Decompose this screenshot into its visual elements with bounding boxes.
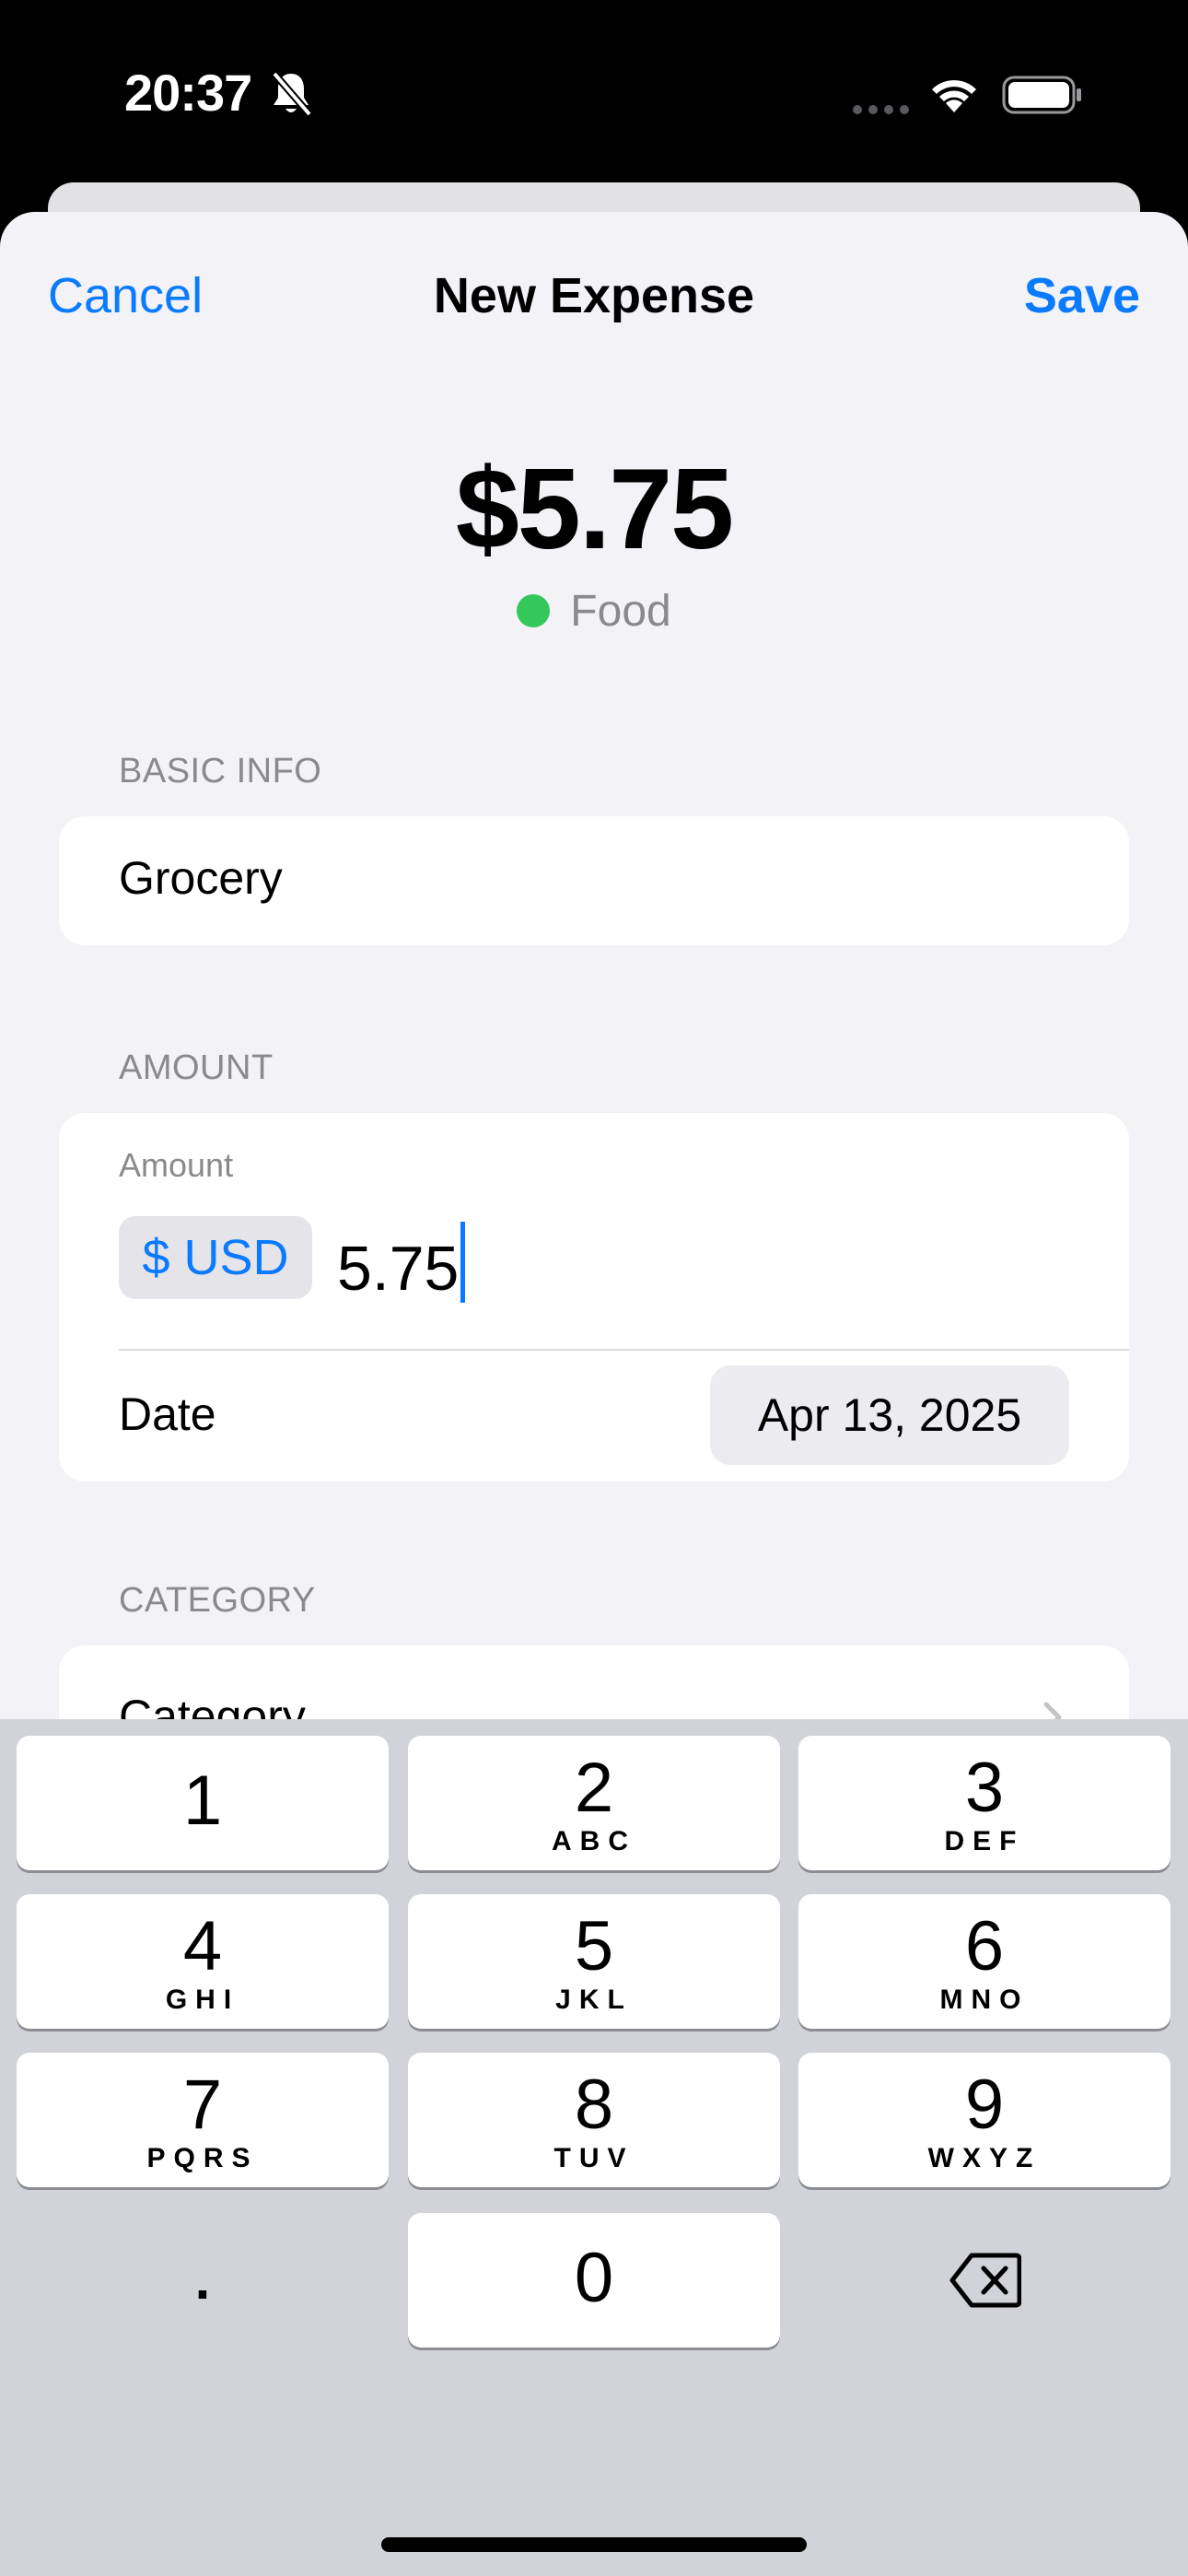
key-digit: 1: [182, 1762, 223, 1840]
backspace-icon: [949, 2253, 1021, 2308]
category-indicator: Food: [0, 586, 1188, 637]
key-digit: 8: [574, 2066, 614, 2144]
home-indicator: [381, 2537, 807, 2552]
decimal-label: .: [194, 2249, 211, 2311]
key-3[interactable]: 3 DEF: [798, 1736, 1171, 1870]
key-digit: 3: [964, 1749, 1005, 1827]
cellular-dots-icon: [853, 105, 909, 114]
name-field[interactable]: Grocery: [59, 816, 1129, 945]
key-letters: TUV: [553, 2143, 635, 2173]
section-label-category: CATEGORY: [119, 1581, 316, 1620]
section-label-amount: AMOUNT: [119, 1048, 274, 1087]
currency-button[interactable]: $ USD: [119, 1216, 312, 1299]
key-digit: 4: [182, 1907, 223, 1985]
save-button[interactable]: Save: [1024, 267, 1140, 324]
key-7[interactable]: 7 PQRS: [17, 2053, 389, 2187]
text-cursor: [460, 1222, 466, 1303]
bell-slash-icon: [271, 71, 313, 117]
key-9[interactable]: 9 WXYZ: [798, 2053, 1171, 2187]
section-label-basic-info: BASIC INFO: [119, 752, 322, 790]
key-digit: 0: [574, 2239, 614, 2317]
date-label: Date: [119, 1388, 216, 1440]
name-value: Grocery: [119, 852, 283, 904]
key-8[interactable]: 8 TUV: [408, 2053, 780, 2187]
key-4[interactable]: 4 GHI: [17, 1894, 389, 2029]
key-digit: 2: [574, 1749, 614, 1827]
amount-caption: Amount: [119, 1146, 234, 1184]
key-letters: PQRS: [146, 2143, 259, 2173]
key-2[interactable]: 2 ABC: [408, 1736, 780, 1870]
key-digit: 7: [182, 2066, 223, 2144]
key-letters: GHI: [165, 1985, 240, 2015]
date-picker-button[interactable]: Apr 13, 2025: [710, 1365, 1069, 1465]
key-0[interactable]: 0: [408, 2213, 780, 2348]
divider: [119, 1349, 1129, 1351]
key-letters: ABC: [552, 1826, 636, 1856]
backspace-key[interactable]: [798, 2213, 1171, 2348]
status-bar: 20:37: [0, 0, 1188, 184]
numeric-keyboard: 1 2 ABC 3 DEF 4 GHI 5 JKL 6 MNO 7 PQRS 8…: [0, 1719, 1188, 2576]
amount-input-value: 5.75: [337, 1234, 460, 1304]
wifi-icon: [932, 80, 976, 112]
key-letters: DEF: [944, 1826, 1025, 1856]
key-5[interactable]: 5 JKL: [408, 1894, 780, 2029]
status-time: 20:37: [124, 64, 252, 122]
key-letters: MNO: [939, 1985, 1030, 2015]
key-letters: JKL: [555, 1985, 633, 2015]
amount-input[interactable]: 5.75: [337, 1222, 466, 1308]
key-letters: WXYZ: [927, 2143, 1042, 2173]
key-decimal[interactable]: .: [17, 2213, 389, 2348]
expense-amount-display: $5.75: [455, 446, 734, 573]
key-1[interactable]: 1: [17, 1736, 389, 1870]
key-digit: 9: [964, 2066, 1005, 2144]
cancel-button[interactable]: Cancel: [48, 267, 203, 324]
battery-icon: [1002, 76, 1081, 114]
key-digit: 5: [574, 1907, 614, 1985]
category-name: Food: [570, 587, 671, 636]
key-6[interactable]: 6 MNO: [798, 1894, 1171, 2029]
category-color-dot: [517, 594, 551, 627]
amount-group: Amount $ USD 5.75 Date Apr 13, 2025: [59, 1113, 1129, 1481]
key-digit: 6: [964, 1907, 1005, 1985]
